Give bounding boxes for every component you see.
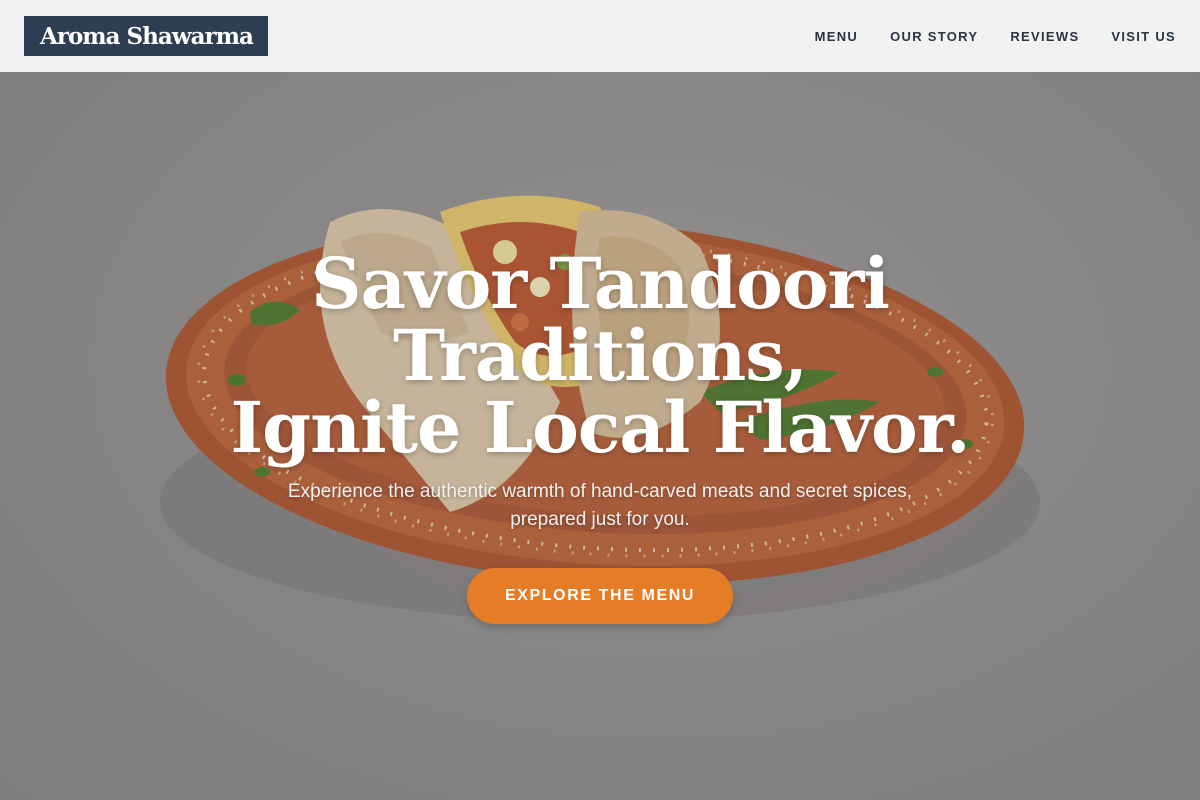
- landing-page: Aroma Shawarma MENU OUR STORY REVIEWS VI…: [0, 0, 1200, 800]
- hero-subtitle: Experience the authentic warmth of hand-…: [287, 481, 913, 530]
- hero-title-line-2: Ignite Local Flavor.: [230, 386, 970, 469]
- hero-content: Savor Tandoori Traditions, Ignite Local …: [0, 248, 1200, 624]
- main-nav: MENU OUR STORY REVIEWS VISIT US: [815, 29, 1176, 44]
- explore-menu-button[interactable]: EXPLORE THE MENU: [467, 568, 733, 624]
- hero-title: Savor Tandoori Traditions, Ignite Local …: [100, 248, 1100, 464]
- nav-link-menu[interactable]: MENU: [815, 29, 858, 44]
- logo[interactable]: Aroma Shawarma: [24, 16, 268, 56]
- hero-title-line-1: Savor Tandoori Traditions,: [311, 242, 890, 397]
- site-header: Aroma Shawarma MENU OUR STORY REVIEWS VI…: [0, 0, 1200, 72]
- nav-link-our-story[interactable]: OUR STORY: [890, 29, 978, 44]
- hero-section: Savor Tandoori Traditions, Ignite Local …: [0, 72, 1200, 800]
- nav-link-visit-us[interactable]: VISIT US: [1111, 29, 1176, 44]
- nav-link-reviews[interactable]: REVIEWS: [1010, 29, 1079, 44]
